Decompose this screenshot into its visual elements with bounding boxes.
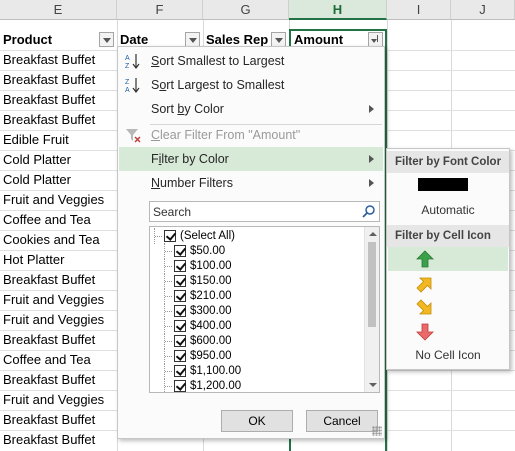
column-header-j[interactable]: J (451, 0, 515, 20)
scroll-down-icon[interactable] (369, 383, 377, 387)
search-input[interactable]: Search (149, 201, 380, 222)
product-cell[interactable]: Cold Platter (0, 150, 117, 170)
sort-ascending-label: Sort Smallest to Largest (151, 54, 285, 68)
green-up-arrow-icon (416, 250, 434, 268)
scroll-thumb[interactable] (368, 242, 376, 327)
checkbox[interactable] (174, 260, 186, 272)
submenu-arrow-icon (369, 179, 374, 187)
sales-rep-filter-dropdown[interactable] (271, 32, 286, 47)
yellow-down-right-arrow-icon (416, 299, 432, 315)
no-cell-icon-option[interactable]: No Cell Icon (387, 348, 509, 362)
filter-values-list[interactable]: (Select All) $50.00 $100.00 $150.00 $210… (149, 226, 380, 393)
product-cell[interactable]: Fruit and Veggies (0, 310, 117, 330)
filter-by-color-item[interactable]: Filter by Color (119, 147, 383, 171)
amount-filter-dropdown[interactable] (368, 32, 383, 47)
sort-ascending-icon: A Z (125, 54, 140, 70)
product-cell[interactable]: Cold Platter (0, 170, 117, 190)
search-icon (362, 205, 375, 218)
sort-by-color-label: Sort by Color (151, 102, 224, 116)
green-up-arrow-option[interactable] (388, 247, 508, 271)
automatic-option[interactable]: Automatic (387, 203, 509, 217)
cell-icon-header: Filter by Cell Icon (387, 225, 509, 247)
ok-button[interactable]: OK (221, 410, 293, 432)
autofilter-menu: A Z Sort Smallest to Largest Z A Sort La… (117, 46, 385, 439)
checkbox[interactable] (174, 335, 186, 347)
column-header-e[interactable]: E (0, 0, 117, 20)
number-filters-item[interactable]: Number Filters (119, 171, 383, 195)
product-cell[interactable]: Breakfast Buffet (0, 90, 117, 110)
column-header-f[interactable]: F (117, 0, 203, 20)
product-cell[interactable]: Breakfast Buffet (0, 50, 117, 70)
svg-text:Z: Z (125, 79, 130, 86)
product-cell[interactable]: Edible Fruit (0, 130, 117, 150)
column-header-i[interactable]: I (387, 0, 451, 20)
number-filters-label: Number Filters (151, 176, 233, 190)
checkbox[interactable] (174, 245, 186, 257)
product-cell[interactable]: Breakfast Buffet (0, 270, 117, 290)
list-scrollbar[interactable] (364, 227, 379, 392)
product-cell[interactable]: Coffee and Tea (0, 350, 117, 370)
font-color-swatch[interactable] (418, 178, 468, 191)
product-cell[interactable]: Fruit and Veggies (0, 390, 117, 410)
submenu-arrow-icon (369, 155, 374, 163)
scroll-up-icon[interactable] (369, 232, 377, 236)
column-header-g[interactable]: G (203, 0, 289, 20)
product-cell[interactable]: Breakfast Buffet (0, 330, 117, 350)
product-cell[interactable]: Fruit and Veggies (0, 190, 117, 210)
product-cell[interactable]: Breakfast Buffet (0, 430, 117, 450)
product-cell[interactable]: Fruit and Veggies (0, 290, 117, 310)
checkbox[interactable] (174, 275, 186, 287)
red-down-arrow-icon (416, 323, 434, 341)
clear-filter-item[interactable]: Clear Filter From "Amount" (119, 123, 383, 147)
resize-grip-icon[interactable] (372, 426, 382, 436)
checkbox[interactable] (174, 290, 186, 302)
product-cell[interactable]: Breakfast Buffet (0, 70, 117, 90)
red-down-arrow-option[interactable] (388, 320, 508, 344)
svg-text:A: A (125, 87, 130, 94)
sort-ascending-item[interactable]: A Z Sort Smallest to Largest (119, 49, 383, 73)
svg-text:Z: Z (125, 63, 130, 70)
submenu-arrow-icon (369, 105, 374, 113)
filter-by-color-submenu: Filter by Font Color Automatic Filter by… (386, 148, 510, 370)
product-cell[interactable]: Cookies and Tea (0, 230, 117, 250)
clear-filter-label: Clear Filter From "Amount" (151, 128, 301, 142)
product-cell[interactable]: Hot Platter (0, 250, 117, 270)
checkbox[interactable] (174, 380, 186, 392)
yellow-down-right-arrow-option[interactable] (388, 296, 508, 320)
checkbox[interactable] (174, 365, 186, 377)
product-cell[interactable]: Breakfast Buffet (0, 110, 117, 130)
checkbox[interactable] (174, 320, 186, 332)
filter-by-color-label: Filter by Color (151, 152, 229, 166)
sort-indicator-icon (377, 35, 381, 42)
product-cell[interactable]: Coffee and Tea (0, 210, 117, 230)
svg-text:A: A (125, 55, 130, 62)
product-cell[interactable]: Breakfast Buffet (0, 370, 117, 390)
clear-filter-icon (126, 129, 141, 143)
sort-descending-label: Sort Largest to Smallest (151, 78, 285, 92)
sort-by-color-item[interactable]: Sort by Color (119, 97, 383, 121)
yellow-up-right-arrow-icon (416, 277, 432, 293)
sort-descending-item[interactable]: Z A Sort Largest to Smallest (119, 73, 383, 97)
checkbox[interactable] (174, 350, 186, 362)
sort-descending-icon: Z A (125, 78, 140, 94)
font-color-header: Filter by Font Color (387, 151, 509, 173)
product-cell[interactable]: Breakfast Buffet (0, 410, 117, 430)
checkbox[interactable] (174, 305, 186, 317)
search-placeholder: Search (153, 205, 192, 219)
product-filter-dropdown[interactable] (99, 32, 114, 47)
checkbox[interactable] (164, 230, 176, 242)
cancel-button[interactable]: Cancel (306, 410, 378, 432)
yellow-up-right-arrow-option[interactable] (388, 272, 508, 296)
column-header-h[interactable]: H (289, 0, 387, 20)
date-filter-dropdown[interactable] (185, 32, 200, 47)
